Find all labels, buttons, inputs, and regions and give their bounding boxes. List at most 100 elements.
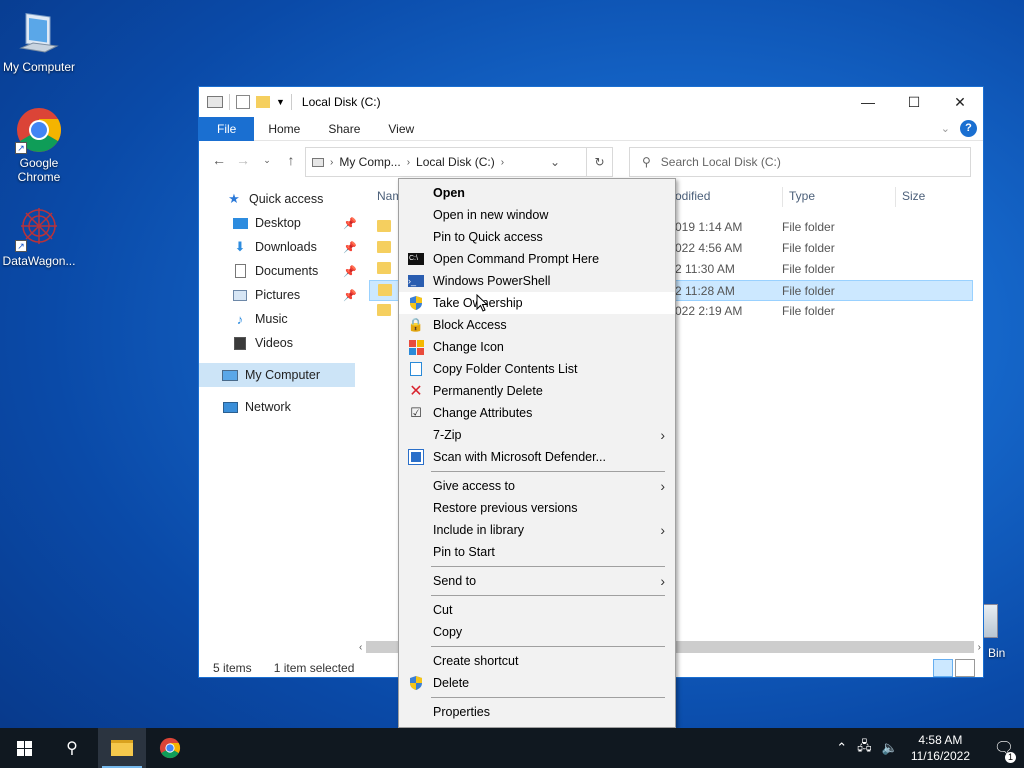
tab-home[interactable]: Home <box>254 117 314 141</box>
pin-icon[interactable]: 📌 <box>343 265 357 278</box>
recent-locations-chevron-icon[interactable]: ⌄ <box>255 155 279 166</box>
submenu-arrow-icon: › <box>660 573 665 589</box>
taskbar-file-explorer[interactable] <box>98 728 146 768</box>
address-history-dropdown-icon[interactable]: ⌄ <box>550 155 560 169</box>
breadcrumb-my-computer[interactable]: My Comp... <box>339 155 400 169</box>
nav-item-downloads[interactable]: ⬇ Downloads 📌 <box>199 235 359 259</box>
taskbar-chrome[interactable] <box>146 728 194 768</box>
menu-item-create-shortcut[interactable]: Create shortcut <box>399 650 675 672</box>
pin-icon[interactable]: 📌 <box>343 241 357 254</box>
up-arrow-icon[interactable]: ↑ <box>279 152 303 168</box>
nav-item-pictures[interactable]: Pictures 📌 <box>199 283 359 307</box>
menu-item-change-attributes[interactable]: ☑ Change Attributes <box>399 402 675 424</box>
menu-item-send-to[interactable]: Send to › <box>399 570 675 592</box>
menu-item-7zip[interactable]: 7-Zip › <box>399 424 675 446</box>
folder-icon <box>377 220 391 232</box>
desktop-icon-google-chrome[interactable]: ↗ Google Chrome <box>1 106 77 184</box>
maximize-button[interactable]: ☐ <box>891 87 937 117</box>
search-box[interactable]: ⚲ Search Local Disk (C:) <box>629 147 971 177</box>
column-size[interactable]: Size <box>895 187 925 207</box>
view-toggle <box>933 659 975 677</box>
clock[interactable]: 4:58 AM 11/16/2022 <box>911 732 970 764</box>
minimize-button[interactable]: — <box>845 87 891 117</box>
pin-icon[interactable]: 📌 <box>343 217 357 230</box>
menu-item-copy[interactable]: Copy <box>399 621 675 643</box>
videos-icon <box>231 335 249 351</box>
menu-separator <box>431 566 665 567</box>
help-icon[interactable]: ? <box>960 120 977 137</box>
breadcrumb-separator-icon[interactable]: › <box>501 157 504 168</box>
pin-icon[interactable]: 📌 <box>343 289 357 302</box>
properties-icon[interactable] <box>236 95 250 109</box>
nav-item-documents[interactable]: Documents 📌 <box>199 259 359 283</box>
nav-item-videos[interactable]: Videos <box>199 331 359 355</box>
menu-item-open-new-window[interactable]: Open in new window <box>399 204 675 226</box>
network-icon[interactable]: 🖧 <box>857 737 872 759</box>
menu-item-properties[interactable]: Properties <box>399 701 675 723</box>
menu-item-pin-to-start[interactable]: Pin to Start <box>399 541 675 563</box>
refresh-button[interactable]: ↻ <box>587 147 613 177</box>
scroll-left-icon[interactable]: ‹ <box>359 642 362 653</box>
ribbon-right-controls: ⌄ ? <box>941 120 977 137</box>
menu-item-take-ownership[interactable]: Take Ownership <box>399 292 675 314</box>
forward-arrow-icon[interactable]: → <box>231 152 255 168</box>
close-button[interactable]: ✕ <box>937 87 983 117</box>
menu-item-pin-quick-access[interactable]: Pin to Quick access <box>399 226 675 248</box>
volume-icon[interactable]: 🔈 <box>882 740 898 756</box>
nav-network[interactable]: Network <box>199 395 359 419</box>
breadcrumb-separator-icon[interactable]: › <box>330 157 333 168</box>
breadcrumb-separator-icon[interactable]: › <box>407 157 410 168</box>
nav-item-music[interactable]: ♪ Music <box>199 307 359 331</box>
desktop-icon-label: DataWagon... <box>2 254 76 268</box>
system-tray: ⌃ 🖧 🔈 4:58 AM 11/16/2022 🗨 1 <box>831 728 1024 768</box>
title-bar[interactable]: ▼ Local Disk (C:) — ☐ ✕ <box>199 87 983 117</box>
breadcrumb-local-disk[interactable]: Local Disk (C:) <box>416 155 495 169</box>
menu-item-block-access[interactable]: 🔒 Block Access <box>399 314 675 336</box>
selection-count: 1 item selected <box>273 661 355 675</box>
menu-item-give-access[interactable]: Give access to › <box>399 475 675 497</box>
nav-item-desktop[interactable]: Desktop 📌 <box>199 211 359 235</box>
large-icons-view-icon[interactable] <box>955 659 975 677</box>
submenu-arrow-icon: › <box>660 478 665 494</box>
new-folder-icon[interactable] <box>256 96 270 108</box>
tab-file[interactable]: File <box>199 116 255 141</box>
show-hidden-icons-chevron-icon[interactable]: ⌃ <box>836 740 847 756</box>
search-button[interactable]: ⚲ <box>48 728 96 768</box>
cmd-icon: C:\ <box>399 253 433 265</box>
menu-separator <box>431 646 665 647</box>
desktop-icon-datawagon[interactable]: ↗ DataWagon... <box>1 204 77 268</box>
menu-item-change-icon[interactable]: Change Icon <box>399 336 675 358</box>
drive-icon <box>312 157 324 167</box>
details-view-icon[interactable] <box>933 659 953 677</box>
column-type[interactable]: Type <box>782 187 815 207</box>
scroll-right-icon[interactable]: › <box>978 642 981 653</box>
nav-my-computer[interactable]: My Computer <box>199 363 355 387</box>
menu-item-restore-previous-versions[interactable]: Restore previous versions <box>399 497 675 519</box>
start-button[interactable] <box>0 728 48 768</box>
defender-icon <box>399 449 433 465</box>
expand-ribbon-chevron-icon[interactable]: ⌄ <box>941 122 950 135</box>
tab-view[interactable]: View <box>374 117 428 141</box>
menu-item-cut[interactable]: Cut <box>399 599 675 621</box>
tab-share[interactable]: Share <box>314 117 374 141</box>
powershell-icon: ›_ <box>399 275 433 287</box>
menu-item-include-in-library[interactable]: Include in library › <box>399 519 675 541</box>
menu-item-windows-powershell[interactable]: ›_ Windows PowerShell <box>399 270 675 292</box>
change-icon-icon <box>399 339 433 355</box>
menu-separator <box>431 595 665 596</box>
column-date-modified[interactable]: odified <box>675 189 710 203</box>
customize-toolbar-dropdown-icon[interactable]: ▼ <box>276 97 285 107</box>
menu-item-open-command-prompt[interactable]: C:\ Open Command Prompt Here <box>399 248 675 270</box>
nav-quick-access[interactable]: ★ Quick access <box>199 187 359 211</box>
folder-icon <box>377 262 391 274</box>
menu-item-delete[interactable]: Delete <box>399 672 675 694</box>
desktop-icon-my-computer[interactable]: My Computer <box>1 10 77 74</box>
address-bar[interactable]: › My Comp... › Local Disk (C:) › ⌄ <box>305 147 587 177</box>
menu-item-scan-defender[interactable]: Scan with Microsoft Defender... <box>399 446 675 468</box>
back-arrow-icon[interactable]: ← <box>207 152 231 168</box>
menu-item-open[interactable]: Open <box>399 182 675 204</box>
action-center-button[interactable]: 🗨 1 <box>984 738 1024 763</box>
desktop-icon-label: Google Chrome <box>17 156 61 184</box>
menu-item-copy-folder-contents-list[interactable]: Copy Folder Contents List <box>399 358 675 380</box>
menu-item-permanently-delete[interactable]: ✕ Permanently Delete <box>399 380 675 402</box>
